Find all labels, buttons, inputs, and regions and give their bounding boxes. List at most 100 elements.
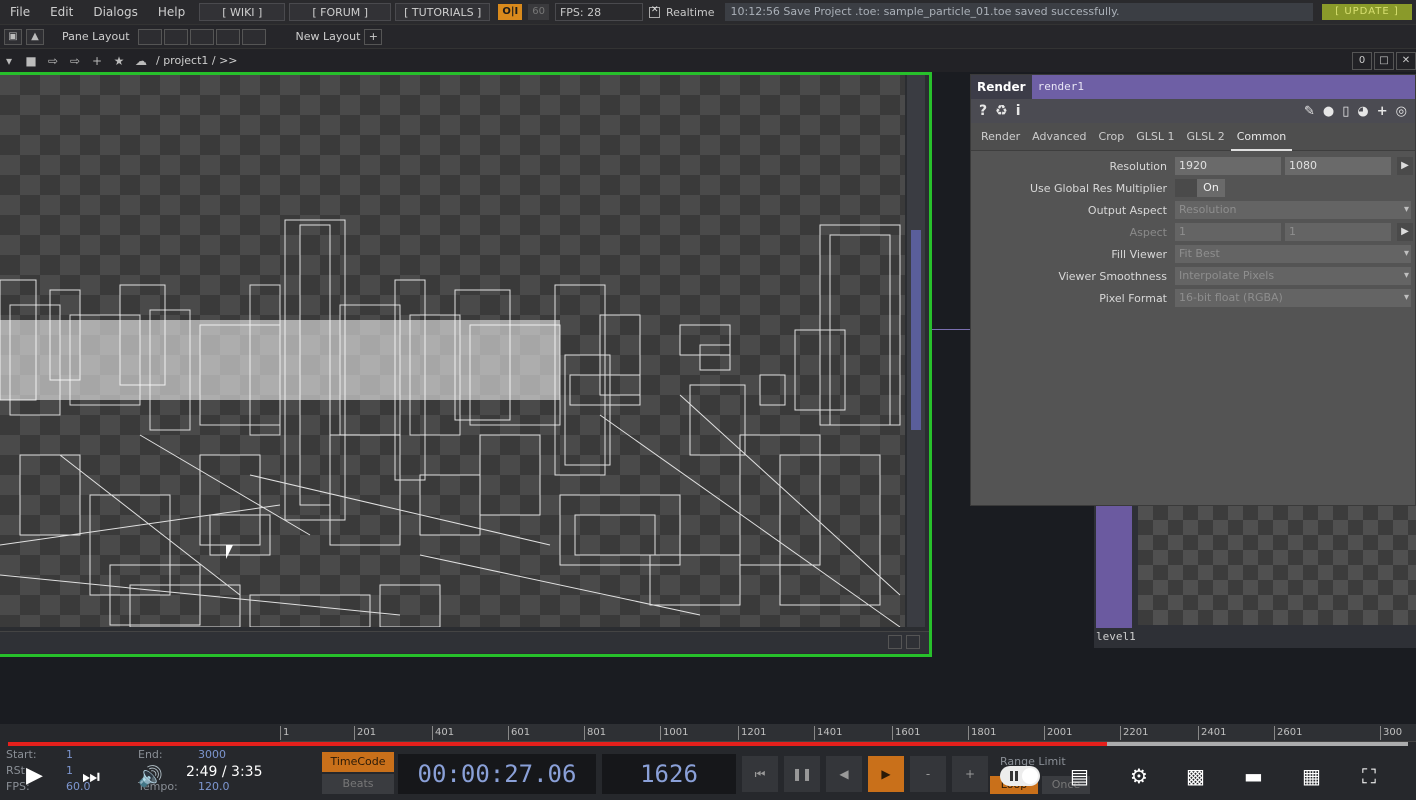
realtime-toggle[interactable]: Realtime <box>648 5 715 19</box>
miniplayer-icon[interactable]: ▩ <box>1186 764 1205 788</box>
frame-display[interactable]: 1626 <box>602 754 736 794</box>
global-res-toggle[interactable]: On <box>1175 179 1225 197</box>
menu-file[interactable]: File <box>0 5 40 19</box>
back-arrow-icon[interactable]: ⇨ <box>44 52 62 70</box>
minus-icon[interactable]: - <box>910 756 946 792</box>
volume-icon[interactable]: 🔊 <box>138 764 163 788</box>
new-layout-button[interactable]: + <box>364 28 383 45</box>
comment-icon[interactable]: ● <box>1323 104 1334 119</box>
pane-layout-single[interactable] <box>137 28 162 45</box>
viewer-smoothness-dropdown[interactable]: Interpolate Pixels <box>1175 267 1411 285</box>
help-icon[interactable]: ? <box>979 103 987 119</box>
fill-viewer-dropdown[interactable]: Fit Best <box>1175 245 1411 263</box>
wiki-button[interactable]: [ WIKI ] <box>199 3 286 21</box>
stop-icon[interactable]: ■ <box>22 52 40 70</box>
new-layout-label: New Layout <box>295 30 361 43</box>
info-icon[interactable]: i <box>1016 103 1021 119</box>
viewer-canvas[interactable] <box>0 75 905 627</box>
viewer-corner-button[interactable] <box>888 635 902 649</box>
next-video-icon[interactable]: ⏭ <box>82 764 100 788</box>
subtitles-icon[interactable]: ▤ <box>1070 764 1089 788</box>
tab-glsl-2[interactable]: GLSL 2 <box>1180 123 1230 151</box>
chevron-down-icon[interactable]: ▾ <box>0 52 18 70</box>
end-value[interactable]: 3000 <box>198 748 226 761</box>
color-wheel-icon[interactable]: ◕ <box>1357 104 1368 119</box>
tab-crop[interactable]: Crop <box>1093 123 1131 151</box>
plus-icon[interactable]: + <box>1377 104 1388 119</box>
pencil-icon[interactable]: ✎ <box>1304 104 1315 119</box>
add-icon[interactable]: + <box>88 52 106 70</box>
skip-to-start-icon[interactable]: ⏮ <box>742 756 778 792</box>
python-help-icon[interactable]: ♻ <box>995 103 1008 119</box>
settings-gear-icon[interactable]: ⚙ <box>1130 764 1148 788</box>
fps-cap-field[interactable]: 60 <box>528 4 549 20</box>
close-icon[interactable]: ✕ <box>1396 52 1416 70</box>
pane-layout-triple[interactable] <box>215 28 240 45</box>
tab-render[interactable]: Render <box>975 123 1026 151</box>
tempo-value[interactable]: 120.0 <box>198 780 230 793</box>
forward-arrow-icon[interactable]: ⇨ <box>66 52 84 70</box>
pause-icon[interactable]: ❚❚ <box>784 756 820 792</box>
menu-edit[interactable]: Edit <box>40 5 83 19</box>
param-aspect-label: Aspect <box>1129 225 1167 239</box>
eraser-icon[interactable]: ▯ <box>1342 104 1349 119</box>
play-icon[interactable]: ▶ <box>868 756 904 792</box>
tab-glsl-1[interactable]: GLSL 1 <box>1130 123 1180 151</box>
rstart-value[interactable]: 1 <box>66 764 73 777</box>
aspect-expand-icon[interactable]: ▶ <box>1397 223 1413 241</box>
touchdesigner-window: File Edit Dialogs Help [ WIKI ] [ FORUM … <box>0 0 1416 800</box>
resolution-height-field[interactable]: 1080 <box>1285 157 1391 175</box>
resolution-width-field[interactable]: 1920 <box>1175 157 1281 175</box>
pane-layout-quad[interactable] <box>241 28 266 45</box>
start-value[interactable]: 1 <box>66 748 73 761</box>
viewer-scrollbar[interactable] <box>907 75 925 627</box>
operator-name[interactable]: render1 <box>1031 75 1415 99</box>
plus-frame-icon[interactable]: + <box>952 756 988 792</box>
play-button-icon[interactable]: ▶ <box>26 764 43 788</box>
autoplay-toggle[interactable] <box>1000 766 1040 786</box>
level-node-preview[interactable] <box>1138 505 1416 625</box>
fullscreen-icon[interactable]: ⛶ <box>1362 764 1376 788</box>
target-icon[interactable]: ◎ <box>1396 104 1407 119</box>
aspect-x-field[interactable]: 1 <box>1175 223 1281 241</box>
step-back-icon[interactable]: ◀ <box>826 756 862 792</box>
tab-common[interactable]: Common <box>1230 123 1293 151</box>
param-fill-viewer-label: Fill Viewer <box>1111 247 1167 261</box>
timeline-ruler[interactable]: 1 201 401 601 801 1001 1201 1401 1601 18… <box>280 724 1416 742</box>
video-progress-bar[interactable] <box>8 742 1408 746</box>
ruler-tick: 601 <box>508 726 530 740</box>
viewer-scrollbar-thumb[interactable] <box>911 230 921 430</box>
timecode-display[interactable]: 00:00:27.06 <box>398 754 596 794</box>
param-viewer-smoothness-label: Viewer Smoothness <box>1058 269 1167 283</box>
level-node-label[interactable]: level1 <box>1096 630 1136 643</box>
home-icon[interactable]: ▲ <box>26 28 44 45</box>
update-button[interactable]: [ UPDATE ] <box>1322 4 1412 20</box>
network-path[interactable]: / project1 / >> <box>156 54 238 67</box>
theater-mode-icon[interactable]: ▬ <box>1244 764 1263 788</box>
pane-layout-split-v[interactable] <box>163 28 188 45</box>
oi-button[interactable]: O|I <box>498 4 523 20</box>
ruler-tick: 1601 <box>892 726 920 740</box>
aspect-y-field[interactable]: 1 <box>1285 223 1391 241</box>
realtime-checkbox[interactable] <box>648 5 660 18</box>
maximize-icon[interactable]: □ <box>1374 52 1394 70</box>
tutorials-button[interactable]: [ TUTORIALS ] <box>395 3 491 21</box>
pane-layout-split-h[interactable] <box>189 28 214 45</box>
cast-icon[interactable]: ▦ <box>1302 764 1321 788</box>
pixel-format-dropdown[interactable]: 16-bit float (RGBA) <box>1175 289 1411 307</box>
ruler-tick: 1 <box>280 726 289 740</box>
viewer-corner-button-2[interactable] <box>906 635 920 649</box>
render-viewer[interactable] <box>0 72 932 657</box>
tab-advanced[interactable]: Advanced <box>1026 123 1092 151</box>
menu-dialogs[interactable]: Dialogs <box>83 5 147 19</box>
menu-help[interactable]: Help <box>148 5 195 19</box>
beats-button[interactable]: Beats <box>322 774 394 794</box>
timecode-button[interactable]: TimeCode <box>322 752 394 772</box>
viewer-icon[interactable]: ▣ <box>4 28 22 45</box>
resolution-expand-icon[interactable]: ▶ <box>1397 157 1413 175</box>
star-icon[interactable]: ★ <box>110 52 128 70</box>
palette-icon[interactable]: ☁ <box>132 52 150 70</box>
output-aspect-dropdown[interactable]: Resolution <box>1175 201 1411 219</box>
level-node-input-strip[interactable] <box>1096 500 1132 628</box>
forum-button[interactable]: [ FORUM ] <box>289 3 392 21</box>
